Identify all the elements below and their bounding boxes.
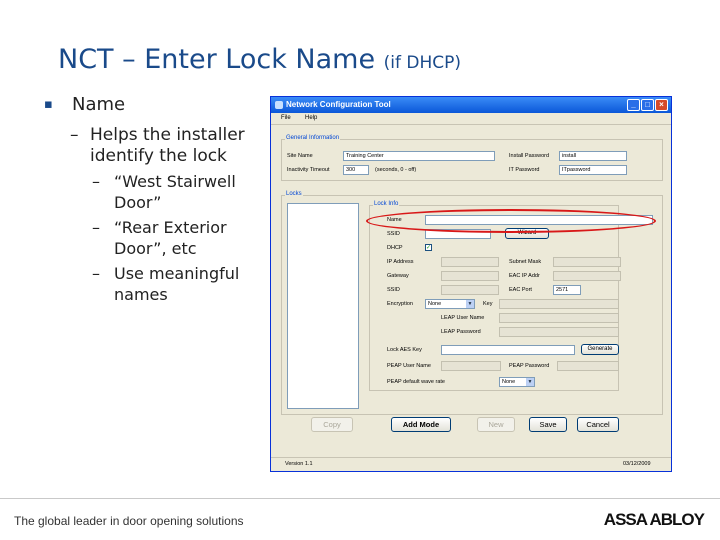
bullet-text: Use meaningful names [114,264,240,304]
bullet-meaningful-names: – Use meaningful names [44,263,264,305]
add-mode-button[interactable]: Add Mode [391,417,451,432]
menu-help[interactable]: Help [305,115,317,121]
bullet-text: “Rear Exterior Door”, etc [114,218,227,258]
eac-port-label: EAC Port [509,287,532,293]
peap-password-field[interactable] [557,361,619,371]
title-main: NCT – Enter Lock Name [58,44,376,75]
bullet-marker: ▪ [44,97,53,112]
peap-user-label: PEAP User Name [387,363,431,369]
encryption-select[interactable]: None ▼ [425,299,475,309]
subnet-mask-field[interactable] [553,257,621,267]
dash-marker: – [92,172,100,191]
leap-user-field[interactable] [499,313,619,323]
peap-default-select[interactable]: None ▼ [499,377,535,387]
close-icon[interactable]: × [655,99,668,111]
highlight-oval [366,209,656,233]
dash-marker: – [92,218,100,237]
status-bar: Version 1.1 03/12/2009 [271,457,671,472]
title-sub: (if DHCP) [383,53,462,73]
leap-password-field[interactable] [499,327,619,337]
bullet-text: Helps the installer identify the lock [90,125,245,166]
leap-password-label: LEAP Password [441,329,481,335]
company-logo: ASSA ABLOY [603,510,705,529]
cancel-button[interactable]: Cancel [577,417,619,432]
menu-bar: File Help [271,113,671,125]
eac-port-field[interactable]: 2571 [553,285,581,295]
bullet-rear-exterior: – “Rear Exterior Door”, etc [44,217,264,259]
inactivity-hint: (seconds, 0 - off) [375,167,417,173]
ssid-label: SSID [387,231,400,237]
peap-default-label: PEAP default wave rate [387,379,445,385]
encryption-label: Encryption [387,301,413,307]
install-password-field[interactable]: install [559,151,627,161]
inactivity-field[interactable]: 300 [343,165,369,175]
locks-list[interactable] [287,203,359,409]
save-button[interactable]: Save [529,417,567,432]
chevron-down-icon: ▼ [466,300,474,308]
maximize-icon[interactable]: □ [641,99,654,111]
bullet-name: ▪ Name [44,94,264,115]
menu-file[interactable]: File [281,115,291,121]
ssid2-label: SSID [387,287,400,293]
minimize-icon[interactable]: _ [627,99,640,111]
generate-button[interactable]: Generate [581,344,619,355]
inactivity-label: Inactivity Timeout [287,167,330,173]
footer-tagline: The global leader in door opening soluti… [14,514,244,528]
install-password-label: Install Password [509,153,550,159]
peap-user-field[interactable] [441,361,501,371]
site-name-field[interactable]: Training Center [343,151,495,161]
ip-address-field[interactable] [441,257,499,267]
it-password-label: IT Password [509,167,540,173]
bullet-list: ▪ Name – Helps the installer identify th… [44,94,264,309]
version-text: Version 1.1 [285,461,313,467]
leap-user-label: LEAP User Name [441,315,485,321]
gateway-field[interactable] [441,271,499,281]
lock-info-legend: Lock Info [373,201,400,207]
eac-ip-field[interactable] [553,271,621,281]
bullet-helps: – Helps the installer identify the lock [44,125,264,167]
aes-key-label: Lock AES Key [387,347,422,353]
general-info-legend: General Information [285,135,341,141]
app-icon [275,101,283,109]
dash-marker: – [70,125,79,145]
ip-address-label: IP Address [387,259,414,265]
status-date: 03/12/2009 [623,461,651,467]
eac-ip-label: EAC IP Addr [509,273,540,279]
subnet-mask-label: Subnet Mask [509,259,542,265]
new-button[interactable]: New [477,417,515,432]
slide-title: NCT – Enter Lock Name (if DHCP) [58,44,461,75]
locks-legend: Locks [285,191,303,197]
slide: NCT – Enter Lock Name (if DHCP) ▪ Name –… [0,0,720,540]
aes-key-field[interactable] [441,345,575,355]
peap-password-label: PEAP Password [509,363,550,369]
chevron-down-icon: ▼ [526,378,534,386]
window-title: Network Configuration Tool [286,100,391,109]
dash-marker: – [92,264,100,283]
peap-default-value: None [502,379,516,385]
dhcp-label: DHCP [387,245,403,251]
bullet-text: “West Stairwell Door” [114,172,236,212]
encryption-value: None [428,301,442,307]
window-titlebar: Network Configuration Tool _ □ × [271,97,671,113]
footer-divider [0,498,720,499]
gateway-label: Gateway [387,273,409,279]
it-password-field[interactable]: ITpassword [559,165,627,175]
site-name-label: Site Name [287,153,313,159]
network-config-window: Network Configuration Tool _ □ × File He… [270,96,672,472]
bullet-west-stairwell: – “West Stairwell Door” [44,171,264,213]
bullet-text: Name [72,94,126,115]
dhcp-checkbox[interactable]: ✓ [425,244,432,251]
copy-button[interactable]: Copy [311,417,353,432]
ssid2-field[interactable] [441,285,499,295]
key-field[interactable] [499,299,619,309]
key-label: Key [483,301,493,307]
